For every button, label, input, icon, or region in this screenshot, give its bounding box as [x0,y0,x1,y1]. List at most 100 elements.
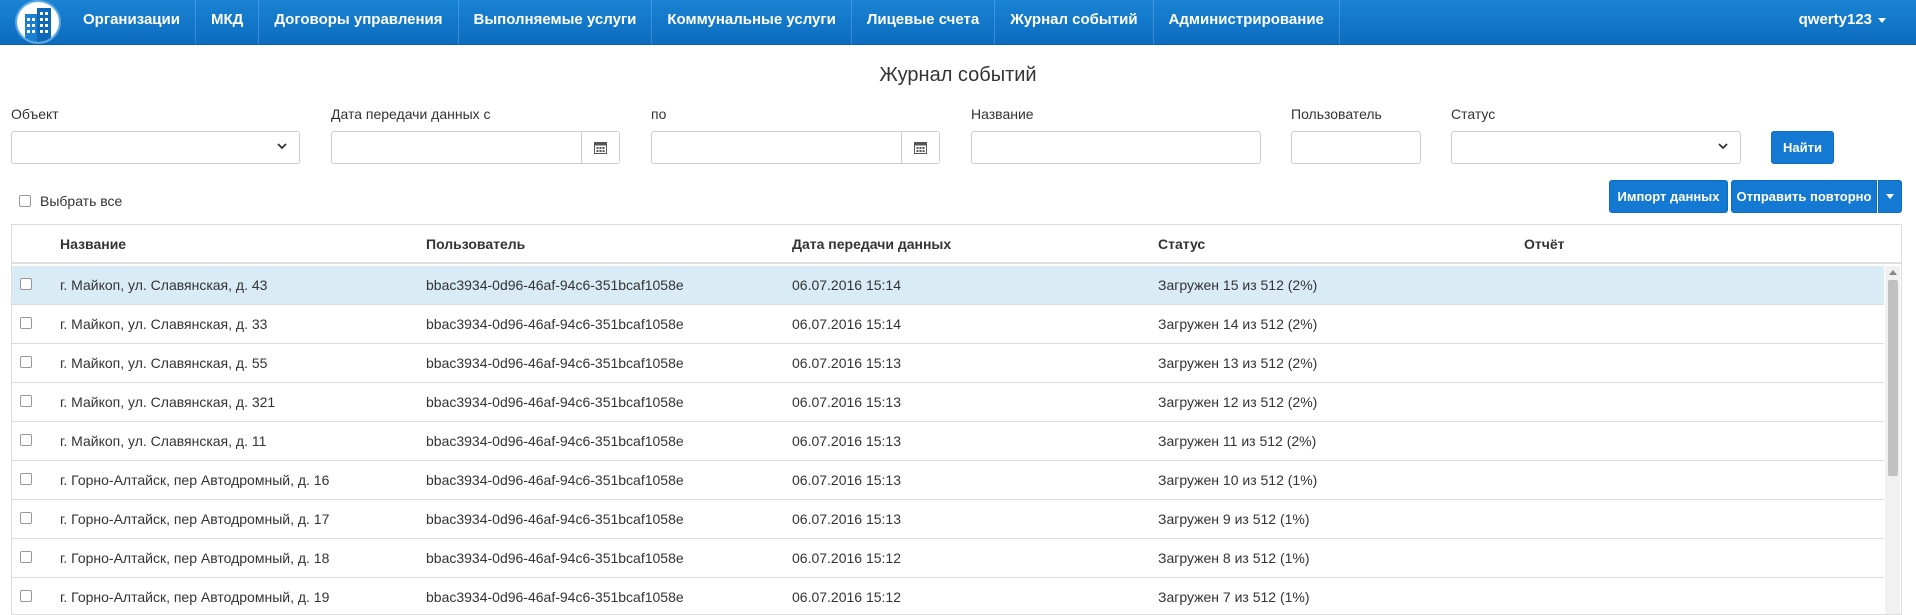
table-header: Название Пользователь Дата передачи данн… [12,225,1901,264]
caret-down-icon [1878,17,1886,23]
nav-management-contracts[interactable]: Договоры управления [259,0,459,45]
cell-status: Загружен 13 из 512 (2%) [1158,355,1318,371]
app-logo[interactable] [15,0,61,44]
date-to-input[interactable] [651,131,940,164]
status-select[interactable] [1451,131,1741,164]
user-menu[interactable]: qwerty123 [1799,0,1886,45]
date-to-label: по [651,106,667,122]
table-row[interactable]: г. Горно-Алтайск, пер Автодромный, д. 19… [12,578,1884,614]
cell-status: Загружен 7 из 512 (1%) [1158,589,1310,605]
row-checkbox[interactable] [20,473,32,485]
col-status[interactable]: Статус [1158,236,1205,252]
cell-name: г. Горно-Алтайск, пер Автодромный, д. 17 [60,511,330,527]
table-scrollbar[interactable] [1885,266,1900,614]
cell-user: bbac3934-0d96-46af-94c6-351bcaf1058e [426,277,684,293]
building-icon [25,8,51,42]
row-checkbox[interactable] [20,278,32,290]
cell-date: 06.07.2016 15:12 [792,550,901,566]
status-label: Статус [1451,106,1496,122]
resend-dropdown-button[interactable] [1878,180,1902,213]
object-select[interactable] [11,131,300,164]
top-navbar: Организации МКД Договоры управления Выпо… [0,0,1916,45]
cell-name: г. Майкоп, ул. Славянская, д. 55 [60,355,268,371]
col-report[interactable]: Отчёт [1524,236,1565,252]
table-row[interactable]: г. Горно-Алтайск, пер Автодромный, д. 16… [12,461,1884,500]
nav-performed-services[interactable]: Выполняемые услуги [459,0,653,45]
cell-date: 06.07.2016 15:13 [792,394,901,410]
cell-date: 06.07.2016 15:13 [792,355,901,371]
main-menu: Организации МКД Договоры управления Выпо… [68,0,1340,45]
name-input[interactable] [971,131,1261,164]
cell-name: г. Майкоп, ул. Славянская, д. 321 [60,394,276,410]
nav-mkd[interactable]: МКД [196,0,260,45]
calendar-icon [914,142,927,154]
table-row[interactable]: г. Майкоп, ул. Славянская, д. 11 bbac393… [12,422,1884,461]
table-row[interactable]: г. Горно-Алтайск, пер Автодромный, д. 18… [12,539,1884,578]
cell-status: Загружен 9 из 512 (1%) [1158,511,1310,527]
object-label: Объект [11,106,59,122]
cell-user: bbac3934-0d96-46af-94c6-351bcaf1058e [426,316,684,332]
user-name: qwerty123 [1798,11,1872,28]
nav-utility-services[interactable]: Коммунальные услуги [652,0,852,45]
row-checkbox[interactable] [20,434,32,446]
cell-status: Загружен 12 из 512 (2%) [1158,394,1318,410]
cell-date: 06.07.2016 15:14 [792,277,901,293]
nav-administration[interactable]: Администрирование [1154,0,1340,45]
caret-down-icon [1886,194,1894,199]
nav-personal-accounts[interactable]: Лицевые счета [852,0,996,45]
col-name[interactable]: Название [60,236,126,252]
col-date[interactable]: Дата передачи данных [792,236,951,252]
cell-name: г. Майкоп, ул. Славянская, д. 11 [60,433,267,449]
page-title: Журнал событий [879,64,1037,86]
scroll-up-arrow-icon[interactable] [1889,270,1897,275]
cell-date: 06.07.2016 15:13 [792,472,901,488]
date-to-calendar-button[interactable] [901,132,939,163]
scrollbar-thumb[interactable] [1888,280,1898,476]
calendar-icon [594,142,607,154]
cell-name: г. Горно-Алтайск, пер Автодромный, д. 19 [60,589,330,605]
user-label: Пользователь [1291,106,1382,122]
cell-date: 06.07.2016 15:13 [792,511,901,527]
user-input[interactable] [1291,131,1421,164]
select-all[interactable]: Выбрать все [19,193,122,209]
chevron-down-icon [1718,143,1728,150]
nav-event-log[interactable]: Журнал событий [995,0,1154,45]
find-button[interactable]: Найти [1771,131,1834,164]
row-checkbox[interactable] [20,551,32,563]
cell-user: bbac3934-0d96-46af-94c6-351bcaf1058e [426,394,684,410]
import-data-button[interactable]: Импорт данных [1609,180,1728,213]
resend-button[interactable]: Отправить повторно [1731,180,1877,213]
date-from-label: Дата передачи данных с [331,106,491,122]
chevron-down-icon [277,143,287,150]
row-checkbox[interactable] [20,590,32,602]
row-checkbox[interactable] [20,356,32,368]
cell-status: Загружен 11 из 512 (2%) [1158,433,1317,449]
cell-user: bbac3934-0d96-46af-94c6-351bcaf1058e [426,355,684,371]
table-row[interactable]: г. Майкоп, ул. Славянская, д. 33 bbac393… [12,305,1884,344]
row-checkbox[interactable] [20,317,32,329]
cell-name: г. Майкоп, ул. Славянская, д. 33 [60,316,268,332]
cell-name: г. Горно-Алтайск, пер Автодромный, д. 18 [60,550,330,566]
cell-user: bbac3934-0d96-46af-94c6-351bcaf1058e [426,589,684,605]
cell-name: г. Майкоп, ул. Славянская, д. 43 [60,277,268,293]
events-table: Название Пользователь Дата передачи данн… [11,224,1902,615]
cell-user: bbac3934-0d96-46af-94c6-351bcaf1058e [426,550,684,566]
table-row[interactable]: г. Горно-Алтайск, пер Автодромный, д. 17… [12,500,1884,539]
cell-date: 06.07.2016 15:13 [792,433,901,449]
date-from-input[interactable] [331,131,620,164]
cell-status: Загружен 15 из 512 (2%) [1158,277,1318,293]
date-from-calendar-button[interactable] [581,132,619,163]
cell-user: bbac3934-0d96-46af-94c6-351bcaf1058e [426,433,684,449]
cell-user: bbac3934-0d96-46af-94c6-351bcaf1058e [426,511,684,527]
table-row[interactable]: г. Майкоп, ул. Славянская, д. 321 bbac39… [12,383,1884,422]
row-checkbox[interactable] [20,512,32,524]
nav-organizations[interactable]: Организации [68,0,196,45]
table-row[interactable]: г. Майкоп, ул. Славянская, д. 43 bbac393… [12,266,1884,305]
table-row[interactable]: г. Майкоп, ул. Славянская, д. 55 bbac393… [12,344,1884,383]
row-checkbox[interactable] [20,395,32,407]
col-user[interactable]: Пользователь [426,236,525,252]
select-all-checkbox[interactable] [19,195,31,207]
select-all-label: Выбрать все [40,193,123,209]
cell-name: г. Горно-Алтайск, пер Автодромный, д. 16 [60,472,330,488]
cell-status: Загружен 8 из 512 (1%) [1158,550,1310,566]
